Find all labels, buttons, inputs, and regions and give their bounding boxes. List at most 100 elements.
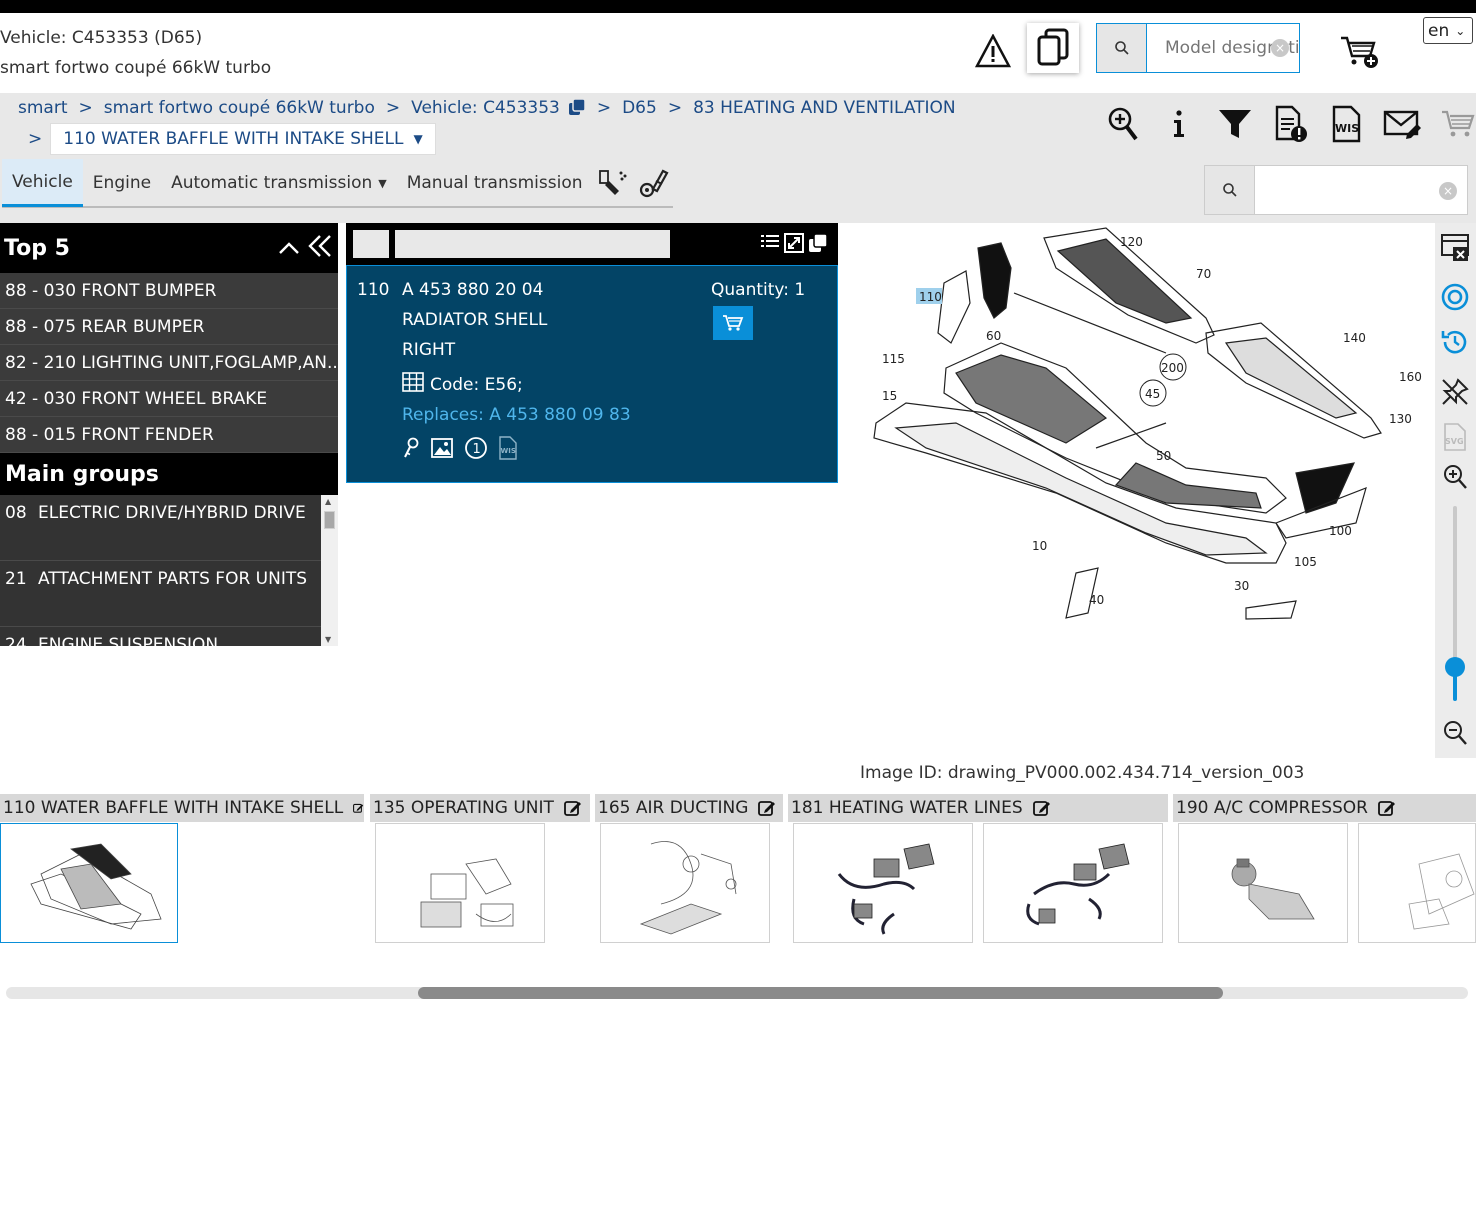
part-detail-card[interactable]: 110 A 453 880 20 04 Quantity: 1 RADIATOR… — [346, 265, 838, 483]
top5-item[interactable]: 88 - 015 FRONT FENDER — [0, 417, 338, 453]
copy-vin-icon[interactable] — [1027, 23, 1079, 73]
sheet-thumbnail[interactable] — [1358, 823, 1476, 943]
copy-icon[interactable] — [568, 98, 586, 116]
edit-icon[interactable] — [353, 799, 364, 817]
top5-item[interactable]: 88 - 075 REAR BUMPER — [0, 309, 338, 345]
tab-automatic-transmission[interactable]: Automatic transmission ▼ — [161, 159, 397, 207]
svg-text:50: 50 — [1156, 449, 1171, 463]
top5-item[interactable]: 82 - 210 LIGHTING UNIT,FOGLAMP,AN... — [0, 345, 338, 381]
horizontal-scrollbar[interactable] — [6, 987, 1468, 999]
part-filter-field[interactable] — [395, 230, 670, 258]
wis-icon[interactable]: WIS — [1320, 104, 1374, 144]
top5-item[interactable]: 42 - 030 FRONT WHEEL BRAKE — [0, 381, 338, 417]
breadcrumb-item-group[interactable]: 83 HEATING AND VENTILATION — [693, 98, 956, 118]
sheet-tab-label: 165 AIR DUCTING — [598, 798, 749, 818]
breadcrumb-item-catalog[interactable]: D65 — [622, 98, 657, 118]
target-icon[interactable] — [1439, 281, 1471, 313]
edit-icon[interactable] — [1032, 799, 1051, 817]
breadcrumb-separator: > — [667, 98, 683, 118]
copy-icon[interactable] — [808, 233, 828, 257]
sheet-thumbnail[interactable] — [983, 823, 1163, 943]
breadcrumb-item-model[interactable]: smart fortwo coupé 66kW turbo — [104, 98, 375, 118]
tab-manual-transmission[interactable]: Manual transmission — [397, 159, 593, 207]
scrollbar-thumb[interactable] — [324, 511, 335, 529]
wheel-service-icon[interactable] — [633, 159, 673, 207]
sheet-tab[interactable]: 110 WATER BAFFLE WITH INTAKE SHELL — [0, 794, 364, 822]
part-search: × — [1204, 165, 1468, 215]
svg-text:40: 40 — [1089, 593, 1104, 607]
part-search-input[interactable] — [1255, 166, 1467, 214]
search-icon[interactable] — [1205, 166, 1255, 214]
image-icon[interactable] — [430, 437, 454, 463]
sheet-tab[interactable]: 165 AIR DUCTING — [595, 794, 783, 822]
replaces-link[interactable]: Replaces: A 453 880 09 83 — [402, 405, 631, 425]
wis-doc-icon[interactable]: WIS — [498, 436, 518, 464]
tab-engine[interactable]: Engine — [83, 159, 161, 207]
tab-vehicle[interactable]: Vehicle — [2, 159, 83, 207]
list-icon[interactable] — [760, 233, 780, 257]
edit-icon[interactable] — [758, 799, 776, 817]
zoom-in-icon[interactable] — [1439, 461, 1471, 493]
sheet-thumbnail[interactable] — [1178, 823, 1348, 943]
scroll-down-icon[interactable]: ▼ — [325, 635, 331, 644]
caret-down-icon: ▼ — [413, 132, 423, 146]
edit-icon[interactable] — [564, 799, 582, 817]
svg-text:100: 100 — [1329, 524, 1352, 538]
document-alert-icon[interactable] — [1264, 104, 1318, 144]
history-icon[interactable] — [1439, 326, 1471, 358]
scroll-up-icon[interactable]: ▲ — [325, 497, 331, 506]
language-select[interactable]: en ⌄ — [1423, 17, 1473, 44]
sheet-tab[interactable]: 190 A/C COMPRESSOR — [1173, 794, 1476, 822]
sheet-tab[interactable]: 181 HEATING WATER LINES — [788, 794, 1168, 822]
expand-icon[interactable] — [784, 233, 804, 257]
collapse-left-icon[interactable] — [308, 234, 332, 263]
svg-export-icon[interactable]: SVG — [1439, 421, 1471, 453]
main-group-item[interactable]: 24 ENGINE SUSPENSION — [0, 627, 321, 646]
sheet-thumbnail[interactable] — [793, 823, 973, 943]
info-icon[interactable] — [1152, 104, 1206, 144]
top5-header: Top 5 — [0, 223, 338, 273]
svg-text:160: 160 — [1399, 370, 1422, 384]
clear-icon[interactable]: × — [1271, 39, 1289, 57]
clear-icon[interactable]: × — [1439, 182, 1457, 200]
scrollbar-thumb[interactable] — [418, 987, 1223, 999]
tab-label: Vehicle — [12, 171, 73, 192]
language-value: en — [1428, 20, 1450, 41]
main-groups-list: 08 ELECTRIC DRIVE/HYBRID DRIVE 21 ATTACHME… — [0, 495, 338, 646]
warning-icon[interactable] — [972, 32, 1014, 70]
mail-icon[interactable] — [1376, 104, 1430, 144]
key-icon[interactable] — [402, 437, 420, 463]
cart-icon[interactable] — [1432, 104, 1476, 144]
tab-label: Engine — [92, 173, 152, 193]
edit-icon[interactable] — [1378, 799, 1396, 817]
sheet-thumbnail[interactable] — [375, 823, 545, 943]
info-circle-icon[interactable]: 1 — [464, 436, 488, 464]
zoom-icon[interactable] — [1096, 104, 1150, 144]
breadcrumb-item-vehicle[interactable]: Vehicle: C453353 — [411, 98, 560, 118]
group-number: 24 — [5, 635, 27, 646]
vertical-scrollbar[interactable]: ▲ ▼ — [321, 495, 338, 646]
main-group-item[interactable]: 08 ELECTRIC DRIVE/HYBRID DRIVE — [0, 495, 321, 561]
sheet-thumbnail[interactable] — [600, 823, 770, 943]
unpin-icon[interactable] — [1439, 376, 1471, 408]
position-filter-field[interactable] — [353, 230, 389, 258]
filter-icon[interactable] — [1208, 104, 1262, 144]
paint-spray-icon[interactable] — [593, 159, 633, 207]
search-icon[interactable] — [1097, 24, 1147, 72]
sheet-tab[interactable]: 135 OPERATING UNIT — [370, 794, 590, 822]
zoom-out-icon[interactable] — [1439, 717, 1471, 749]
svg-text:SVG: SVG — [1445, 437, 1464, 446]
collapse-up-icon[interactable] — [278, 236, 300, 260]
cart-add-icon[interactable] — [1336, 32, 1382, 72]
add-to-cart-button[interactable] — [713, 306, 753, 340]
top5-item[interactable]: 88 - 030 FRONT BUMPER — [0, 273, 338, 309]
subgroup-label: 110 WATER BAFFLE WITH INTAKE SHELL — [63, 129, 404, 149]
parts-drawing[interactable]: 120 70 110 60 140 115 200 160 45 15 130 … — [866, 223, 1436, 623]
zoom-slider-handle[interactable] — [1445, 657, 1465, 677]
sheet-thumbnail[interactable] — [0, 823, 178, 943]
subgroup-dropdown[interactable]: 110 WATER BAFFLE WITH INTAKE SHELL ▼ — [50, 123, 436, 155]
breadcrumb-separator: > — [28, 129, 43, 149]
hide-panel-icon[interactable] — [1439, 231, 1471, 263]
breadcrumb-item-brand[interactable]: smart — [18, 98, 68, 118]
main-group-item[interactable]: 21 ATTACHMENT PARTS FOR UNITS — [0, 561, 321, 627]
